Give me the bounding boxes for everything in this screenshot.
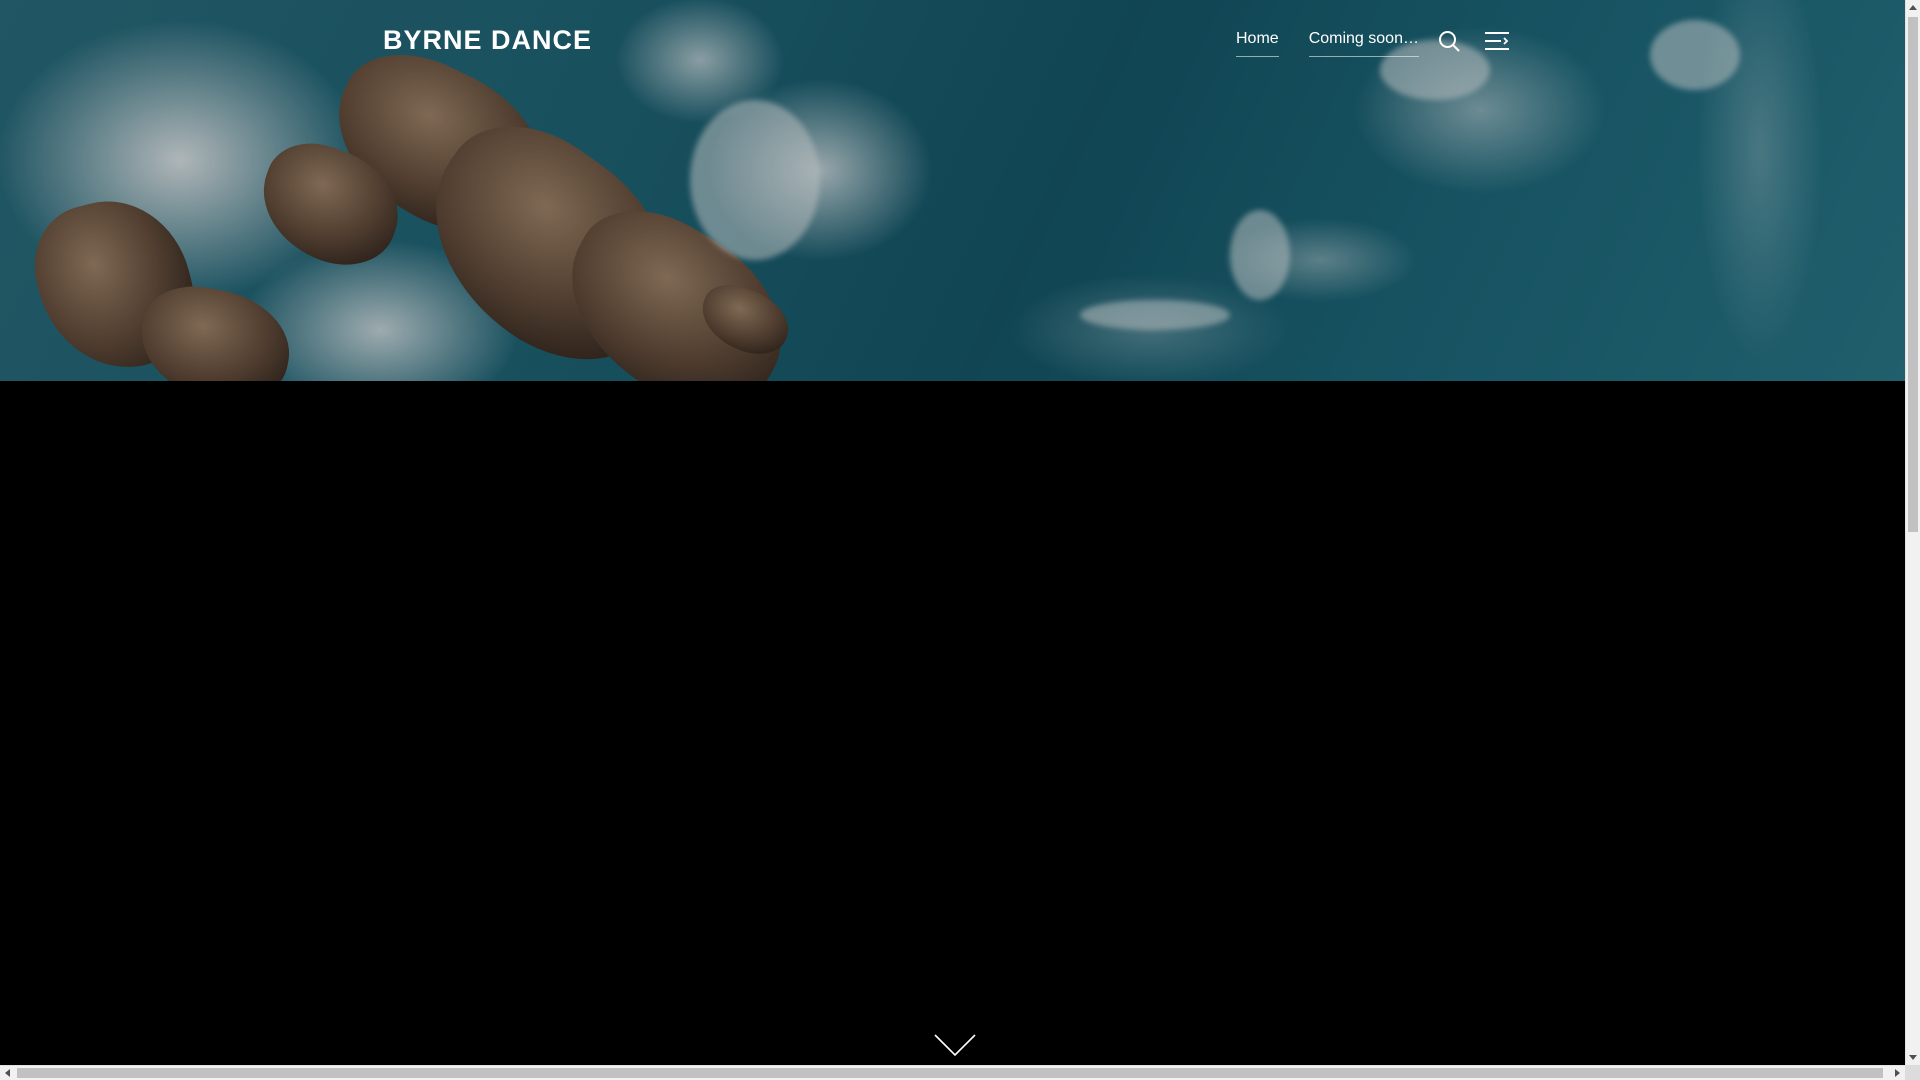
horizontal-scrollbar[interactable] xyxy=(0,1065,1905,1080)
menu-toggle-button[interactable] xyxy=(1483,31,1511,55)
page-viewport: BYRNE DANCE Home Coming soon… xyxy=(0,0,1905,1065)
vertical-scroll-thumb[interactable] xyxy=(1908,17,1918,532)
site-title[interactable]: BYRNE DANCE xyxy=(383,25,592,56)
primary-nav: Home Coming soon… xyxy=(1236,30,1449,57)
scrollbar-corner xyxy=(1905,1065,1920,1080)
menu-toggle-icon xyxy=(1484,31,1510,56)
horizontal-scroll-thumb[interactable] xyxy=(17,1068,1883,1078)
scroll-down-button[interactable] xyxy=(934,1033,976,1057)
scroll-left-arrow-icon[interactable] xyxy=(5,1069,10,1077)
site-header: BYRNE DANCE Home Coming soon… xyxy=(0,0,1905,86)
nav-item-home[interactable]: Home xyxy=(1236,30,1279,57)
search-button[interactable] xyxy=(1437,30,1461,57)
search-icon xyxy=(1438,30,1460,57)
chevron-down-icon xyxy=(934,1034,976,1061)
scroll-right-arrow-icon[interactable] xyxy=(1895,1069,1900,1077)
vertical-scrollbar[interactable] xyxy=(1905,0,1920,1065)
nav-item-coming-soon[interactable]: Coming soon… xyxy=(1308,30,1419,57)
scroll-down-arrow-icon[interactable] xyxy=(1909,1055,1917,1060)
scroll-up-arrow-icon[interactable] xyxy=(1909,5,1917,10)
